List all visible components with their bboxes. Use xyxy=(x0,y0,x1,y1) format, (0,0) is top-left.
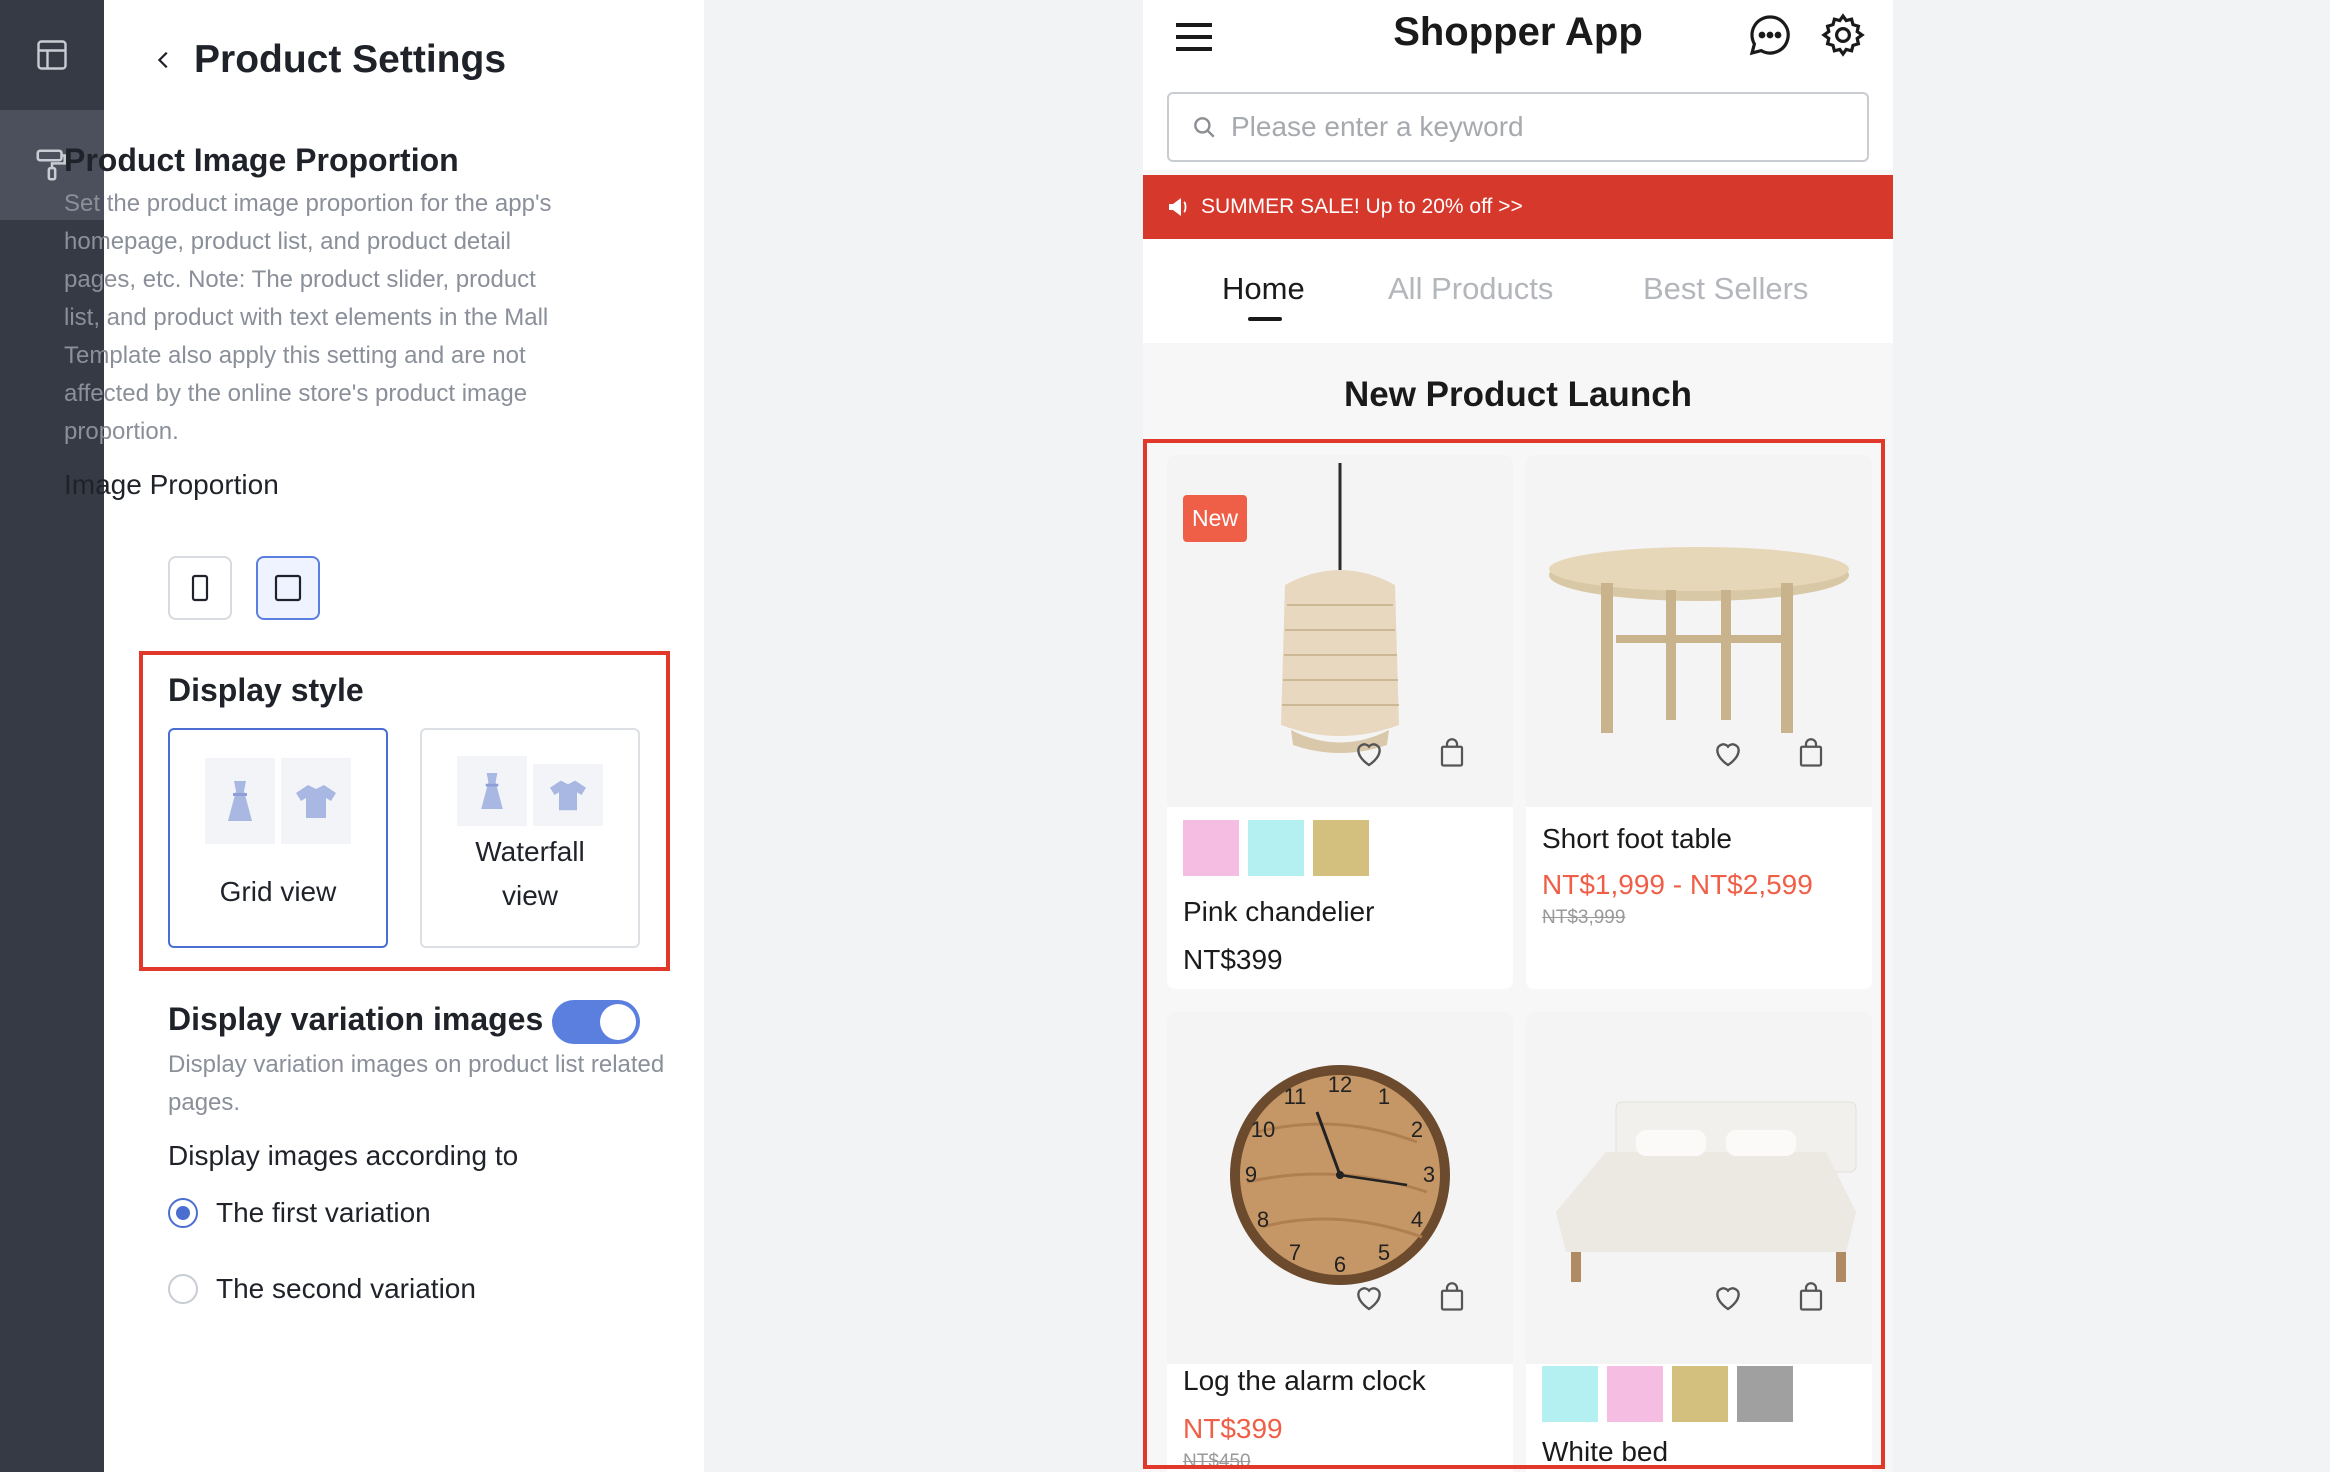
waterfall-view-option[interactable]: Waterfall view xyxy=(420,728,640,948)
active-tab-indicator xyxy=(1248,317,1282,321)
megaphone-icon xyxy=(1169,198,1187,216)
image-proportion-label: Image Proportion xyxy=(64,469,279,500)
chat-bubble-icon xyxy=(1749,15,1790,56)
display-according-label: Display images according to xyxy=(168,1140,519,1171)
radio-second-variation[interactable]: The second variation xyxy=(168,1273,476,1305)
waterfall-label-line2: view xyxy=(501,880,558,911)
tab-home[interactable]: Home xyxy=(1222,271,1305,307)
proportion-square-button[interactable] xyxy=(256,556,320,620)
tab-all-products[interactable]: All Products xyxy=(1388,271,1553,307)
waterfall-view-label: Waterfall view xyxy=(475,830,584,918)
back-button[interactable] xyxy=(144,40,184,80)
app-tabs: Home All Products Best Sellers xyxy=(1143,239,1893,343)
settings-button[interactable] xyxy=(1816,8,1870,62)
chevron-left-icon xyxy=(157,51,168,69)
search-bar[interactable] xyxy=(1167,92,1869,162)
grid-view-label: Grid view xyxy=(219,876,337,907)
square-ratio-icon xyxy=(274,574,302,602)
search-input[interactable] xyxy=(1231,111,1831,143)
radio-first-variation[interactable]: The first variation xyxy=(168,1197,431,1229)
shirt-thumbnail xyxy=(533,764,603,826)
chat-button[interactable] xyxy=(1743,8,1797,62)
product-grid-highlight xyxy=(1143,439,1885,1469)
waterfall-label-line1: Waterfall xyxy=(475,836,585,867)
dress-icon xyxy=(228,781,252,821)
toggle-knob xyxy=(600,1004,636,1040)
gear-icon xyxy=(1821,13,1865,57)
radio-button[interactable] xyxy=(168,1274,198,1304)
radio-label: The second variation xyxy=(216,1273,476,1304)
image-proportion-title: Product Image Proportion xyxy=(64,142,459,178)
dress-thumbnail xyxy=(457,756,527,826)
sale-banner[interactable]: SUMMER SALE! Up to 20% off >> xyxy=(1143,175,1893,239)
page-title: Product Settings xyxy=(194,38,507,81)
dress-icon xyxy=(481,773,503,809)
proportion-portrait-button[interactable] xyxy=(168,556,232,620)
variation-images-toggle[interactable] xyxy=(552,1000,640,1044)
app-header: Shopper App xyxy=(1143,0,1893,170)
image-proportion-section: Product Image Proportion Set the product… xyxy=(64,142,564,501)
portrait-ratio-icon xyxy=(191,574,209,602)
dress-thumbnail xyxy=(205,758,275,844)
section-heading: New Product Launch xyxy=(1343,375,1693,414)
grid-view-thumbnails xyxy=(205,758,351,844)
rail-item-layout[interactable] xyxy=(0,0,104,110)
panel-header: Product Settings xyxy=(144,30,506,90)
layout-icon xyxy=(37,40,67,70)
banner-text: SUMMER SALE! Up to 20% off >> xyxy=(1201,195,1523,218)
shirt-thumbnail xyxy=(281,758,351,844)
radio-button[interactable] xyxy=(168,1198,198,1228)
radio-label: The first variation xyxy=(216,1197,431,1228)
shirt-icon xyxy=(550,780,586,811)
tab-best-sellers[interactable]: Best Sellers xyxy=(1643,271,1808,307)
waterfall-view-thumbnails xyxy=(457,756,603,826)
search-icon xyxy=(1194,117,1215,138)
display-style-section: Display style xyxy=(168,672,668,709)
grid-view-option[interactable]: Grid view xyxy=(168,728,388,948)
variation-images-description: Display variation images on product list… xyxy=(168,1051,665,1116)
display-style-title: Display style xyxy=(168,672,364,708)
shirt-icon xyxy=(296,785,336,818)
image-proportion-description: Set the product image proportion for the… xyxy=(64,190,552,445)
